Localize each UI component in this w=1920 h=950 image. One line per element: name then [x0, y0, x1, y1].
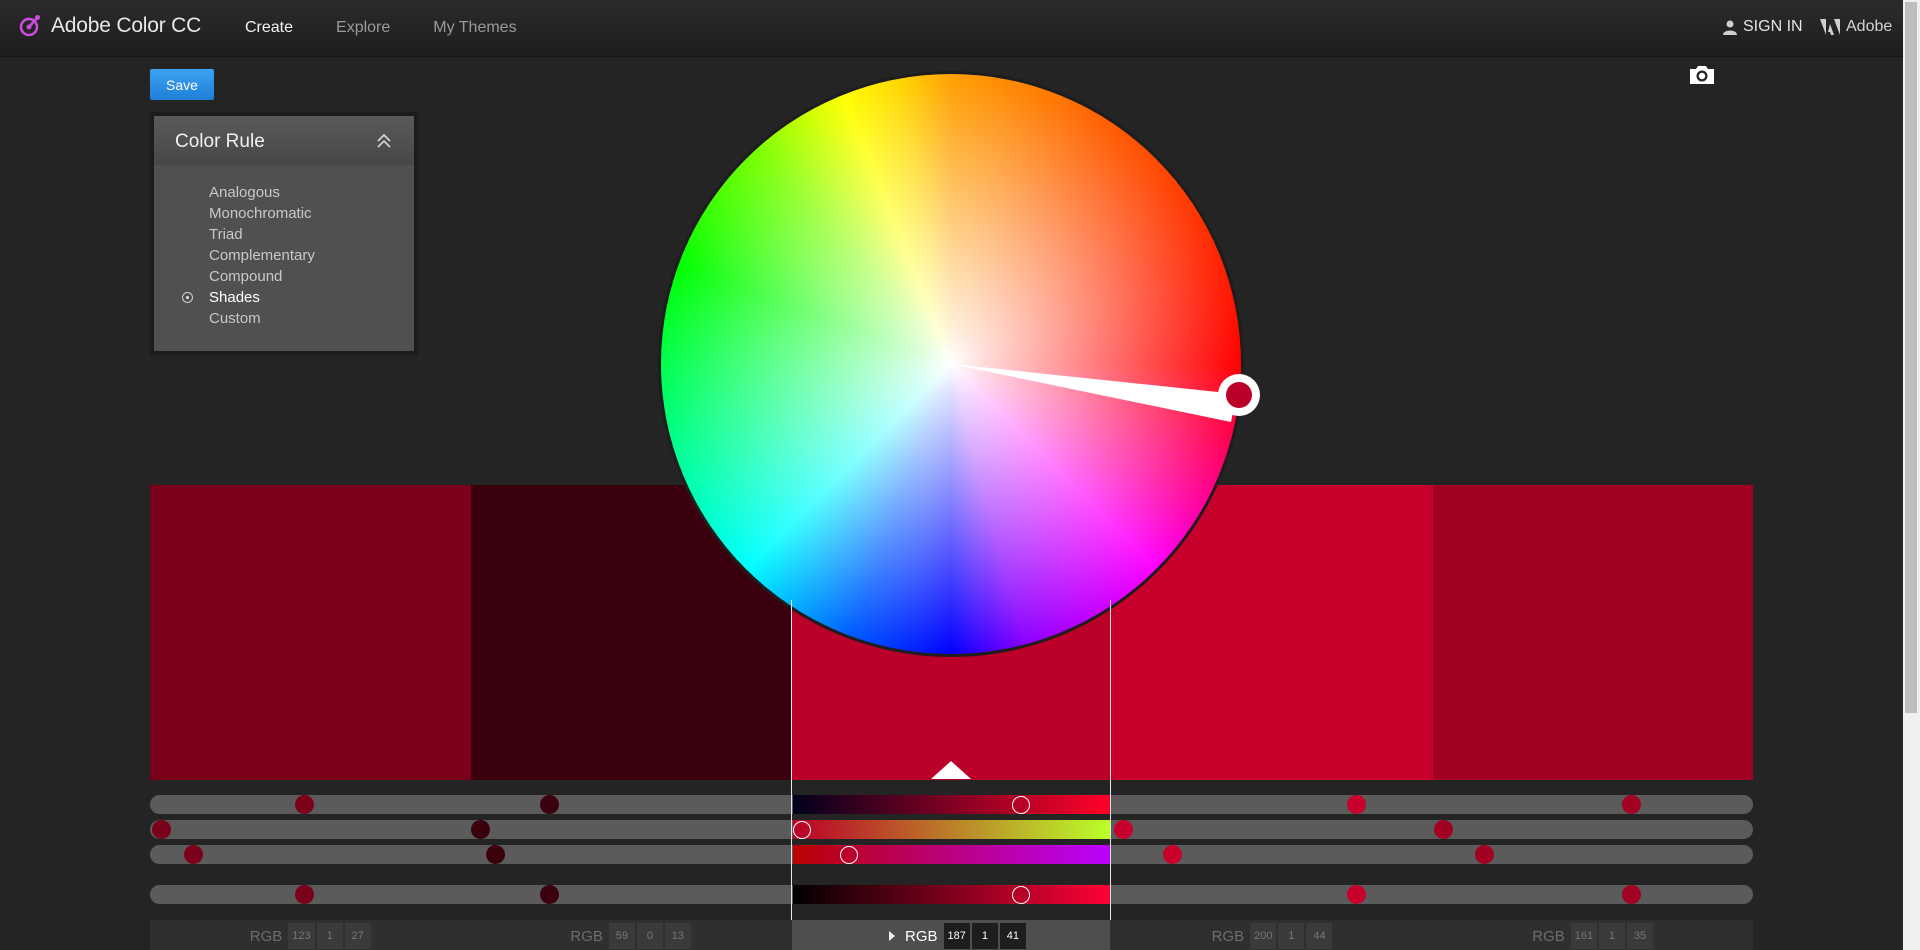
slider-knob-r-1[interactable] — [294, 795, 314, 814]
adobe-logo-icon — [1820, 19, 1840, 35]
value-box-r[interactable]: 200 — [1250, 923, 1277, 949]
rule-option-compound[interactable]: Compound — [209, 266, 315, 287]
value-box-b[interactable]: 44 — [1306, 923, 1333, 949]
value-box-g[interactable]: 1 — [1599, 923, 1626, 949]
wheel-handle[interactable] — [1218, 374, 1260, 416]
selected-swatch-pointer — [931, 761, 971, 779]
slider-knob-g-4[interactable] — [1113, 820, 1133, 839]
slider-gradient-brightness[interactable] — [793, 885, 1111, 904]
expand-triangle-icon[interactable] — [889, 931, 895, 941]
color-mode-label[interactable]: RGB — [1212, 928, 1245, 945]
color-rule-panel: Color Rule Analogous Monochromatic Triad… — [150, 112, 418, 355]
swatch-values-4: RGB 200 1 44 — [1212, 922, 1333, 950]
rule-option-shades[interactable]: Shades — [182, 287, 315, 308]
slider-knob-g-2[interactable] — [471, 820, 491, 839]
adobe-link[interactable]: Adobe — [1820, 18, 1892, 36]
value-box-r[interactable]: 59 — [608, 923, 635, 949]
nav-create[interactable]: Create — [245, 19, 293, 37]
user-icon — [1723, 20, 1737, 35]
slider-knob-b-5[interactable] — [1474, 845, 1494, 864]
rule-option-triad[interactable]: Triad — [209, 224, 315, 245]
radio-selected-icon — [182, 292, 193, 303]
slider-knob-b-2[interactable] — [486, 845, 506, 864]
nav-explore[interactable]: Explore — [336, 19, 390, 37]
adobe-color-logo-icon — [19, 15, 40, 37]
slider-knob-r-4[interactable] — [1346, 795, 1366, 814]
slider-knob-brightness-1[interactable] — [294, 885, 314, 904]
scrollbar-thumb[interactable] — [1905, 2, 1917, 713]
value-box-r[interactable]: 123 — [288, 923, 315, 949]
color-wheel[interactable] — [661, 74, 1241, 654]
value-box-r[interactable]: 161 — [1570, 923, 1598, 949]
save-button[interactable]: Save — [150, 69, 214, 100]
app-logo[interactable]: Adobe Color CC — [18, 14, 201, 38]
value-box-b[interactable]: 35 — [1627, 923, 1654, 949]
color-mode-label[interactable]: RGB — [905, 928, 938, 945]
color-rule-options: Analogous Monochromatic Triad Complement… — [154, 165, 414, 351]
slider-knob-b-1[interactable] — [183, 845, 203, 864]
slider-knob-selected-brightness[interactable] — [1011, 885, 1030, 904]
nav-my-themes[interactable]: My Themes — [433, 19, 516, 37]
slider-knob-g-1[interactable] — [151, 820, 171, 839]
rule-option-shades-label: Shades — [209, 289, 260, 306]
base-color-dot — [1226, 382, 1252, 408]
top-bar: Adobe Color CC Create Explore My Themes … — [0, 0, 1920, 57]
slider-knob-selected-r[interactable] — [1011, 795, 1030, 814]
color-wheel-disc[interactable] — [661, 74, 1241, 654]
swatch-values-2: RGB 59 0 13 — [570, 922, 691, 950]
adobe-label: Adobe — [1846, 18, 1893, 35]
color-rule-list: Analogous Monochromatic Triad Complement… — [182, 182, 315, 329]
rule-option-custom[interactable]: Custom — [209, 308, 315, 329]
collapse-icon[interactable] — [376, 133, 392, 154]
color-rule-header: Color Rule — [154, 116, 414, 165]
swatch-1[interactable] — [150, 485, 471, 780]
slider-knob-selected-b[interactable] — [840, 845, 859, 864]
color-mode-label[interactable]: RGB — [570, 928, 603, 945]
value-box-b[interactable]: 27 — [344, 923, 371, 949]
value-box-g[interactable]: 1 — [316, 923, 343, 949]
slider-knob-brightness-4[interactable] — [1346, 885, 1366, 904]
value-box-g[interactable]: 0 — [636, 923, 663, 949]
camera-icon[interactable] — [1688, 64, 1716, 91]
color-mode-label[interactable]: RGB — [250, 928, 283, 945]
main-nav: Create Explore My Themes — [245, 19, 560, 37]
rule-option-complementary[interactable]: Complementary — [209, 245, 315, 266]
value-box-g[interactable]: 1 — [971, 923, 998, 949]
slider-knob-g-5[interactable] — [1434, 820, 1454, 839]
rule-option-monochromatic[interactable]: Monochromatic — [209, 203, 315, 224]
swatch-5[interactable] — [1433, 485, 1753, 780]
sign-in-link[interactable]: SIGN IN — [1723, 18, 1803, 36]
swatch-values-1: RGB 123 1 27 — [250, 922, 371, 950]
value-box-b[interactable]: 13 — [664, 923, 691, 949]
color-rule-title: Color Rule — [175, 131, 265, 152]
value-box-b[interactable]: 41 — [999, 923, 1026, 949]
value-box-g[interactable]: 1 — [1278, 923, 1305, 949]
color-mode-label[interactable]: RGB — [1532, 928, 1565, 945]
app-title: Adobe Color CC — [51, 14, 202, 37]
sign-in-label: SIGN IN — [1743, 18, 1803, 35]
rule-option-analogous[interactable]: Analogous — [209, 182, 315, 203]
slider-gradient-g[interactable] — [793, 820, 1111, 839]
swatch-values-5: RGB 161 1 35 — [1532, 922, 1654, 950]
value-box-r[interactable]: 187 — [943, 923, 970, 949]
slider-knob-selected-g[interactable] — [793, 820, 812, 839]
slider-gradient-r[interactable] — [793, 795, 1111, 814]
page-scrollbar[interactable] — [1903, 0, 1920, 950]
swatch-values-3: RGB 187 1 41 — [889, 922, 1026, 950]
